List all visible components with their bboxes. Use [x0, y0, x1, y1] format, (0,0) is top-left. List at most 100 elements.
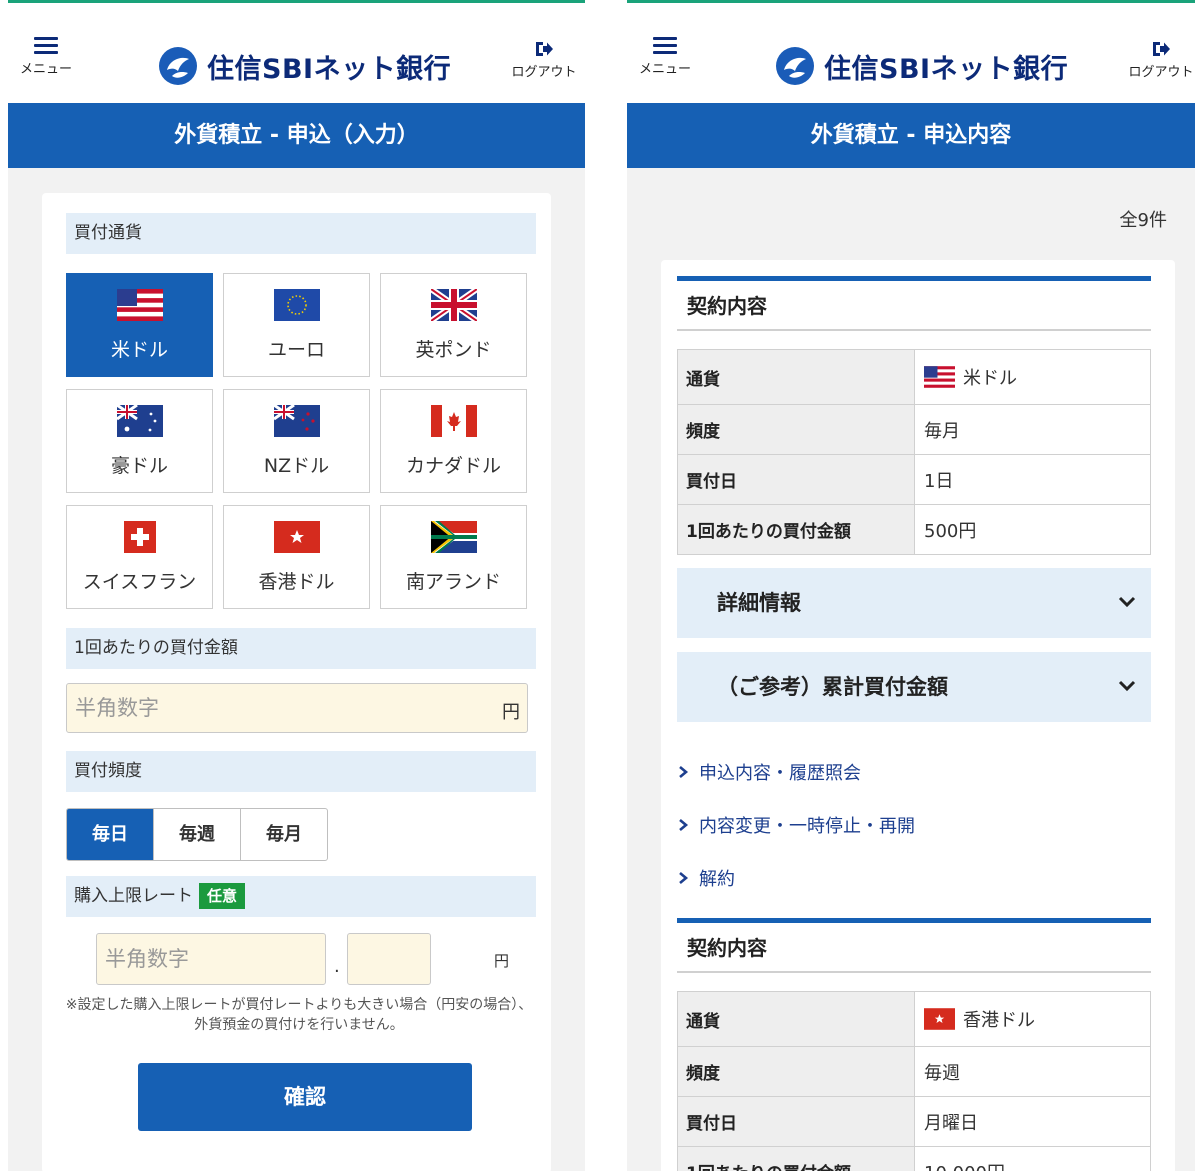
menu-button[interactable]: メニュー [631, 35, 699, 77]
bank-logo: 住信SBIネット銀行 [775, 43, 1068, 89]
logout-button[interactable]: ログアウト [506, 40, 582, 80]
change-pause-resume-link[interactable]: 内容変更・一時停止・再開 [677, 798, 915, 851]
history-link[interactable]: 申込内容・履歴照会 [677, 745, 915, 798]
optional-badge: 任意 [199, 883, 246, 909]
row-value: 10,000円 [915, 1147, 1150, 1171]
cancel-contract-link[interactable]: 解約 [677, 851, 915, 904]
currency-section-label: 買付通貨 [66, 213, 536, 254]
logo-text: 住信SBIネット銀行 [207, 53, 452, 85]
row-label: 頻度 [678, 405, 915, 454]
limit-section-text: 購入上限レート [74, 886, 193, 906]
chevron-right-icon [679, 871, 689, 884]
limit-rate-integer-input[interactable]: 半角数字 [96, 933, 326, 985]
bank-logo: 住信SBIネット銀行 [158, 43, 451, 89]
table-row: 買付日 月曜日 [678, 1096, 1150, 1146]
logout-label: ログアウト [1128, 65, 1194, 80]
contract-heading: 契約内容 [677, 276, 1151, 331]
logo-text: 住信SBIネット銀行 [824, 53, 1069, 85]
limit-section-label: 購入上限レート 任意 [66, 876, 536, 917]
frequency-daily-button[interactable]: 毎日 [67, 809, 153, 860]
us-flag-icon [924, 366, 955, 388]
amount-unit: 円 [502, 702, 520, 723]
details-accordion[interactable]: 詳細情報 [677, 568, 1151, 638]
currency-tile-aud[interactable]: 豪ドル [66, 389, 213, 493]
frequency-monthly-button[interactable]: 毎月 [240, 809, 327, 860]
row-label: 買付日 [678, 1097, 915, 1146]
row-value: 米ドル [915, 350, 1150, 404]
currency-tile-gbp[interactable]: 英ポンド [380, 273, 527, 377]
contract-heading: 契約内容 [677, 918, 1151, 973]
nz-flag-icon [273, 405, 320, 437]
amount-input[interactable]: 半角数字 [66, 683, 528, 733]
currency-name: NZドル [263, 455, 330, 477]
uk-flag-icon [430, 289, 477, 321]
currency-name: 香港ドル [258, 571, 335, 593]
contract-card: 契約内容 通貨 香港ドル 頻度 毎週 買付日 月曜日 [677, 918, 1151, 1171]
menu-button[interactable]: メニュー [12, 35, 80, 77]
summary-screen: メニュー 住信SBIネット銀行 ログアウト 外貨積立 - 申込内容 全9件 契約… [627, 0, 1195, 1171]
logout-icon [1153, 42, 1170, 56]
app-header: メニュー 住信SBIネット銀行 ログアウト [627, 0, 1195, 103]
chevron-right-icon [679, 765, 689, 778]
currency-tile-cad[interactable]: カナダドル [380, 389, 527, 493]
frequency-section-label: 買付頻度 [66, 751, 536, 792]
table-row: 買付日 1日 [678, 454, 1150, 504]
au-flag-icon [116, 405, 163, 437]
page-title: 外貨積立 - 申込内容 [627, 103, 1195, 168]
app-header: メニュー 住信SBIネット銀行 ログアウト [8, 0, 585, 103]
row-value: 1日 [924, 470, 954, 492]
currency-tile-chf[interactable]: スイスフラン [66, 505, 213, 609]
cumulative-amount-accordion[interactable]: （ご参考）累計買付金額 [677, 652, 1151, 722]
hk-flag-icon [273, 521, 320, 553]
row-label: 買付日 [678, 455, 915, 504]
contract-table: 通貨 米ドル 頻度 毎月 買付日 1日 1回あたりの買付金額 500円 [677, 349, 1151, 555]
logout-button[interactable]: ログアウト [1123, 40, 1195, 80]
currency-tile-eur[interactable]: ユーロ [223, 273, 370, 377]
row-label: 頻度 [678, 1047, 915, 1096]
contract-list: 契約内容 通貨 米ドル 頻度 毎月 買付日 1日 1回あたりの買付金額 500円… [661, 260, 1175, 1171]
currency-tile-nzd[interactable]: NZドル [223, 389, 370, 493]
table-row: 頻度 毎週 [678, 1046, 1150, 1096]
frequency-weekly-button[interactable]: 毎週 [153, 809, 240, 860]
limit-rate-unit: 円 [494, 952, 510, 970]
table-row: 1回あたりの買付金額 10,000円 [678, 1146, 1150, 1171]
table-row: 通貨 香港ドル [678, 992, 1150, 1046]
currency-name: カナダドル [405, 455, 501, 477]
logout-icon [536, 42, 553, 56]
currency-grid: 米ドル ユーロ 英ポンド 豪ドル NZドル カナダドル スイスフラン 香港ドル … [66, 273, 528, 609]
currency-name: 南アランド [405, 571, 501, 593]
currency-tile-usd[interactable]: 米ドル [66, 273, 213, 377]
eu-flag-icon [273, 289, 320, 321]
input-screen: メニュー 住信SBIネット銀行 ログアウト 外貨積立 - 申込（入力） 買付通貨 [8, 0, 585, 1171]
chevron-down-icon [1118, 596, 1136, 608]
limit-rate-separator: . [334, 956, 340, 977]
logout-label: ログアウト [511, 65, 577, 80]
currency-value: 香港ドル [963, 1010, 1035, 1031]
row-value: 香港ドル [915, 992, 1150, 1046]
table-row: 頻度 毎月 [678, 404, 1150, 454]
currency-name: 豪ドル [110, 455, 168, 477]
hk-flag-icon [924, 1008, 955, 1030]
frequency-selector: 毎日 毎週 毎月 [66, 808, 328, 861]
row-label: 1回あたりの買付金額 [678, 505, 915, 554]
hamburger-icon [653, 35, 677, 55]
link-label: 申込内容・履歴照会 [699, 762, 861, 784]
confirm-button[interactable]: 確認 [138, 1063, 472, 1131]
currency-name: スイスフラン [82, 571, 197, 593]
currency-tile-zar[interactable]: 南アランド [380, 505, 527, 609]
ch-flag-icon [123, 521, 156, 553]
currency-value: 米ドル [963, 368, 1017, 389]
chevron-down-icon [1118, 680, 1136, 692]
application-form: 買付通貨 米ドル ユーロ 英ポンド 豪ドル NZドル カナダドル スイスフラン … [42, 193, 551, 1171]
logo-mark-icon [776, 47, 814, 85]
limit-rate-note: ※設定した購入上限レートが買付レートよりも大きい場合（円安の場合）、外貨預金の買… [65, 997, 533, 1033]
link-label: 解約 [699, 868, 735, 890]
chevron-right-icon [679, 818, 689, 831]
logo-mark-icon [159, 47, 197, 85]
hamburger-icon [34, 35, 58, 55]
currency-tile-hkd[interactable]: 香港ドル [223, 505, 370, 609]
table-row: 通貨 米ドル [678, 350, 1150, 404]
ca-flag-icon [430, 405, 477, 437]
limit-rate-decimal-input[interactable] [347, 933, 431, 985]
accordion-label: 詳細情報 [717, 591, 801, 615]
